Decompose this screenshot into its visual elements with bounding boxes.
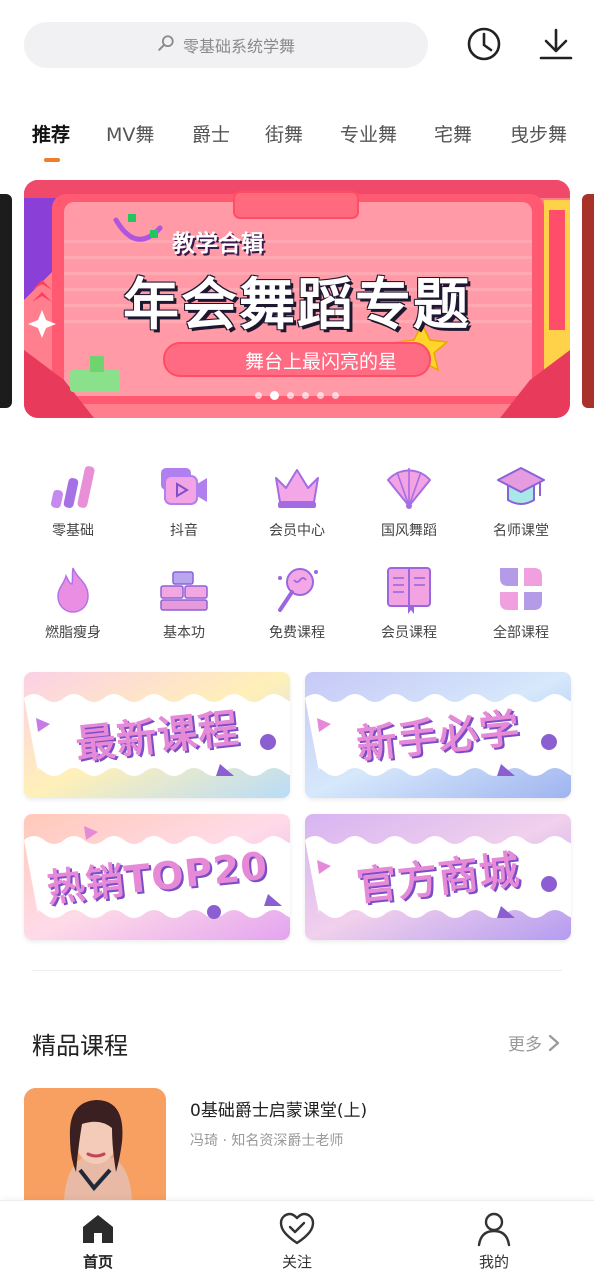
banner-kicker: 教学合辑 bbox=[172, 231, 264, 257]
category-label: 会员课程 bbox=[381, 625, 437, 641]
category-tabs: 推荐 MV舞 爵士 街舞 专业舞 宅舞 曳步舞 bbox=[0, 116, 594, 168]
tab-otaku-dance[interactable]: 宅舞 bbox=[434, 120, 472, 147]
category-label: 基本功 bbox=[163, 625, 205, 641]
graduation-cap-icon bbox=[496, 462, 546, 512]
tab-street-dance[interactable]: 街舞 bbox=[265, 120, 303, 147]
pagination-dot[interactable] bbox=[302, 392, 309, 399]
category-beginner[interactable]: 零基础 bbox=[18, 462, 128, 540]
category-label: 会员中心 bbox=[269, 523, 325, 539]
category-fat-burn[interactable]: 燃脂瘦身 bbox=[18, 564, 128, 642]
pagination-dot-active[interactable] bbox=[270, 391, 279, 400]
clock-icon[interactable] bbox=[466, 26, 502, 62]
banner-pagination bbox=[0, 391, 594, 400]
promo-beginner-must-learn[interactable]: 新手必学 bbox=[305, 672, 571, 798]
category-free-courses[interactable]: 免费课程 bbox=[242, 564, 352, 642]
banner-title: 年会舞蹈专题 bbox=[123, 273, 471, 338]
tab-recommend[interactable]: 推荐 bbox=[32, 120, 70, 147]
grid-icon bbox=[496, 564, 546, 614]
heart-check-icon bbox=[279, 1212, 315, 1245]
lollipop-icon bbox=[272, 564, 322, 614]
category-label: 名师课堂 bbox=[493, 523, 549, 539]
download-icon[interactable] bbox=[538, 26, 574, 62]
tab-mv-dance[interactable]: MV舞 bbox=[106, 120, 154, 147]
course-thumbnail bbox=[24, 1088, 166, 1200]
flame-icon bbox=[48, 564, 98, 614]
promo-latest-courses[interactable]: 最新课程 bbox=[24, 672, 290, 798]
category-label: 燃脂瘦身 bbox=[45, 625, 101, 641]
nav-profile[interactable]: 我的 bbox=[434, 1211, 554, 1272]
category-label: 全部课程 bbox=[493, 625, 549, 641]
section-title: 精品课程 bbox=[32, 1032, 128, 1060]
book-icon bbox=[384, 564, 434, 614]
next-banner-peek[interactable] bbox=[582, 194, 594, 408]
chevron-right-icon bbox=[548, 1034, 560, 1051]
category-basics[interactable]: 基本功 bbox=[129, 564, 239, 642]
active-tab-indicator bbox=[44, 158, 60, 162]
home-icon bbox=[83, 1215, 113, 1243]
tab-jazz[interactable]: 爵士 bbox=[192, 120, 230, 147]
course-title: 0基础爵士启蒙课堂(上) bbox=[190, 1101, 368, 1121]
category-label: 免费课程 bbox=[269, 625, 325, 641]
tab-professional[interactable]: 专业舞 bbox=[340, 120, 397, 147]
nav-label: 关注 bbox=[281, 1253, 312, 1271]
crown-icon bbox=[272, 462, 322, 512]
category-all-courses[interactable]: 全部课程 bbox=[466, 564, 576, 642]
category-label: 国风舞蹈 bbox=[381, 523, 437, 539]
search-icon bbox=[157, 34, 175, 56]
pagination-dot[interactable] bbox=[287, 392, 294, 399]
blocks-icon bbox=[159, 564, 209, 614]
category-master-class[interactable]: 名师课堂 bbox=[466, 462, 576, 540]
user-icon bbox=[477, 1212, 511, 1247]
fan-icon bbox=[384, 462, 434, 512]
more-label: 更多 bbox=[508, 1035, 542, 1055]
promo-hot-top20[interactable]: 热销TOP20 bbox=[24, 814, 290, 940]
nav-label: 首页 bbox=[82, 1253, 113, 1271]
video-icon bbox=[159, 462, 209, 512]
category-vip-center[interactable]: 会员中心 bbox=[242, 462, 352, 540]
course-card[interactable]: 0基础爵士启蒙课堂(上) 冯琦 · 知名资深爵士老师 bbox=[24, 1088, 570, 1200]
nav-home[interactable]: 首页 bbox=[38, 1211, 158, 1272]
more-link[interactable]: 更多 bbox=[508, 1030, 560, 1055]
banner-slide[interactable]: 教学合辑 年会舞蹈专题 舞台上最闪亮的星 bbox=[24, 180, 570, 418]
tab-shuffle-dance[interactable]: 曳步舞 bbox=[510, 120, 567, 147]
category-label: 零基础 bbox=[52, 523, 94, 539]
pagination-dot[interactable] bbox=[332, 392, 339, 399]
nav-label: 我的 bbox=[478, 1253, 509, 1271]
course-instructor: 冯琦 · 知名资深爵士老师 bbox=[190, 1133, 344, 1149]
pagination-dot[interactable] bbox=[317, 392, 324, 399]
category-douyin[interactable]: 抖音 bbox=[129, 462, 239, 540]
promo-official-store[interactable]: 官方商城 bbox=[305, 814, 571, 940]
bottom-nav: 首页 关注 我的 bbox=[0, 1200, 594, 1280]
category-vip-courses[interactable]: 会员课程 bbox=[354, 564, 464, 642]
search-placeholder: 零基础系统学舞 bbox=[182, 37, 295, 56]
section-divider bbox=[32, 970, 562, 971]
pagination-dot[interactable] bbox=[255, 392, 262, 399]
category-label: 抖音 bbox=[170, 523, 198, 539]
category-chinese-dance[interactable]: 国风舞蹈 bbox=[354, 462, 464, 540]
bar-chart-icon bbox=[48, 462, 98, 512]
search-bar[interactable]: 零基础系统学舞 bbox=[24, 22, 428, 68]
prev-banner-peek[interactable] bbox=[0, 194, 12, 408]
banner-subtitle: 舞台上最闪亮的星 bbox=[244, 351, 397, 373]
nav-follow[interactable]: 关注 bbox=[237, 1211, 357, 1272]
